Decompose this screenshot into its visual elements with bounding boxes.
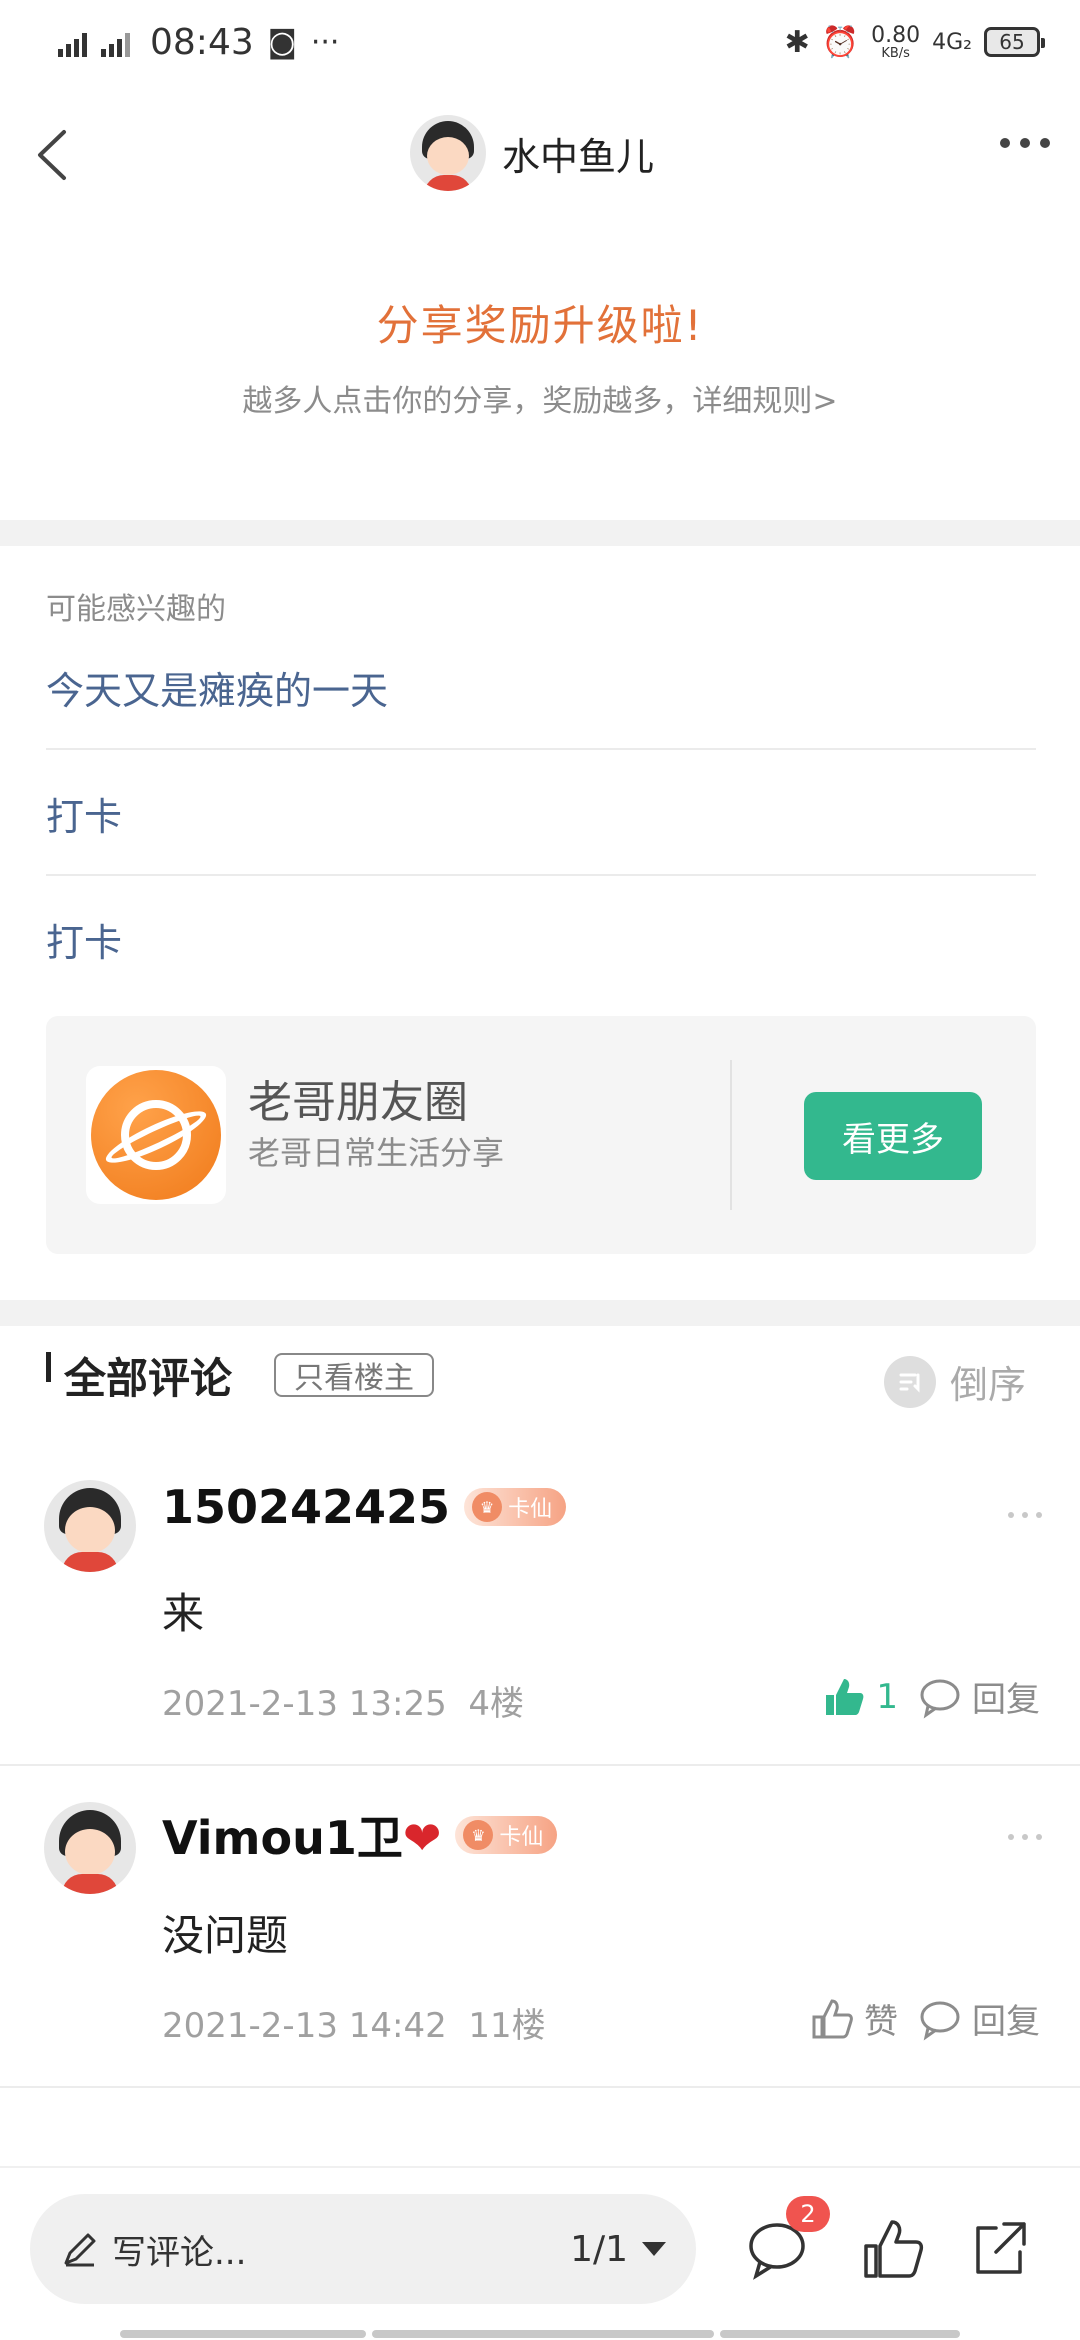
divider [730,1060,732,1210]
app-notification-icon: ◙ [267,24,297,60]
circle-name: 老哥朋友圈 [248,1077,468,1128]
level-badge: ♛ 卡仙 [455,1816,558,1854]
comment-text: 没问题 [162,1911,289,1960]
header-user[interactable]: 水中鱼儿 [410,115,654,191]
comment-icon [920,2001,960,2040]
comment-actions: 1 回复 [822,1672,1040,1721]
heart-icon: ❤ [402,1811,442,1865]
share-icon [976,2222,1026,2274]
reward-rules-link[interactable]: 越多人点击你的分享，奖励越多，详细规则> [0,376,1080,420]
like-button[interactable]: 赞 [810,1994,898,2043]
bottom-bar: 写评论... 1/1 2 [0,2166,1080,2340]
top-header: 水中鱼儿 [0,100,1080,210]
write-comment-label: 写评论... [112,2232,247,2273]
more-options-button[interactable] [1000,138,1050,148]
like-button[interactable]: 1 [822,1675,898,1719]
like-post-button[interactable] [860,2216,926,2282]
thumbs-up-icon [826,1678,864,1715]
comments-title: 全部评论 [64,1354,233,1403]
comment-icon [920,1679,960,1718]
page-indicator: 1/1 [570,2228,628,2270]
comment-meta: 2021-2-13 13:25 4楼 [162,1684,525,1724]
circle-card[interactable]: 老哥朋友圈 老哥日常生活分享 看更多 [46,1016,1036,1254]
reply-button[interactable]: 回复 [918,1672,1040,1721]
chevron-left-icon [38,130,66,180]
comment-username[interactable]: 150242425 ♛ 卡仙 [162,1480,567,1534]
comment-count-badge: 2 [786,2196,830,2232]
nav-indicator [720,2330,960,2338]
page-selector[interactable]: 1/1 [570,2229,666,2270]
comment-meta: 2021-2-13 14:42 11楼 [162,2006,546,2046]
reply-button[interactable]: 回复 [918,1994,1040,2043]
avatar[interactable] [44,1802,136,1894]
sort-label: 倒序 [950,1363,1027,1407]
signal-hd-icon [101,27,130,57]
pencil-icon [64,2233,96,2267]
comment-more-button[interactable] [1008,1834,1042,1840]
battery-icon: 65 [984,27,1045,57]
comments-button[interactable]: 2 [744,2196,830,2282]
thumbs-up-icon [864,2220,924,2278]
avatar[interactable] [44,1480,136,1572]
crown-icon: ♛ [463,1820,494,1850]
interest-label: 可能感兴趣的 [46,592,226,627]
see-more-button[interactable]: 看更多 [804,1092,982,1180]
page-title: 水中鱼儿 [502,134,655,179]
section-divider [0,1300,1080,1326]
write-comment-input[interactable]: 写评论... 1/1 [30,2194,696,2304]
sort-button[interactable]: 倒序 [884,1354,1026,1409]
network-speed: 0.80 KB/s [871,22,921,61]
comment-actions: 赞 回复 [810,1994,1040,2043]
sort-icon [884,1355,936,1408]
circle-description: 老哥日常生活分享 [248,1134,505,1172]
only-owner-button[interactable]: 只看楼主 [274,1353,434,1397]
section-divider [0,520,1080,546]
share-button[interactable] [966,2216,1032,2282]
divider [46,874,1036,876]
bluetooth-icon: ✱ [784,24,810,60]
level-badge: ♛ 卡仙 [464,1488,567,1526]
avatar [410,115,486,191]
battery-level: 65 [999,30,1025,54]
interest-item[interactable]: 今天又是瘫痪的一天 [46,660,1036,715]
comment-more-button[interactable] [1008,1512,1042,1518]
interest-item[interactable]: 打卡 [46,786,1036,841]
divider [0,2086,1080,2088]
reward-title: 分享奖励升级啦! [376,301,704,350]
divider [0,1764,1080,1766]
circle-logo [86,1066,226,1204]
nav-indicator [120,2330,366,2338]
status-time: 08:43 [150,21,254,63]
divider [46,748,1036,750]
section-marker [46,1352,51,1382]
status-bar: 08:43 ◙ ··· ✱ ⏰ 0.80 KB/s 4G₂ 65 [0,0,1080,84]
back-button[interactable] [22,120,92,190]
crown-icon: ♛ [472,1492,503,1522]
caret-down-icon [642,2242,666,2256]
comment-text: 来 [162,1589,205,1638]
nav-indicator [372,2330,714,2338]
network-type: 4G₂ [932,29,972,55]
interest-item[interactable]: 打卡 [46,912,1036,967]
thumbs-up-icon [812,1998,853,2038]
more-notifications-icon: ··· [310,24,340,60]
alarm-icon: ⏰ [821,24,860,60]
comment-username[interactable]: Vimou1卫❤ ♛ 卡仙 [162,1802,558,1868]
signal-icon [58,27,87,57]
